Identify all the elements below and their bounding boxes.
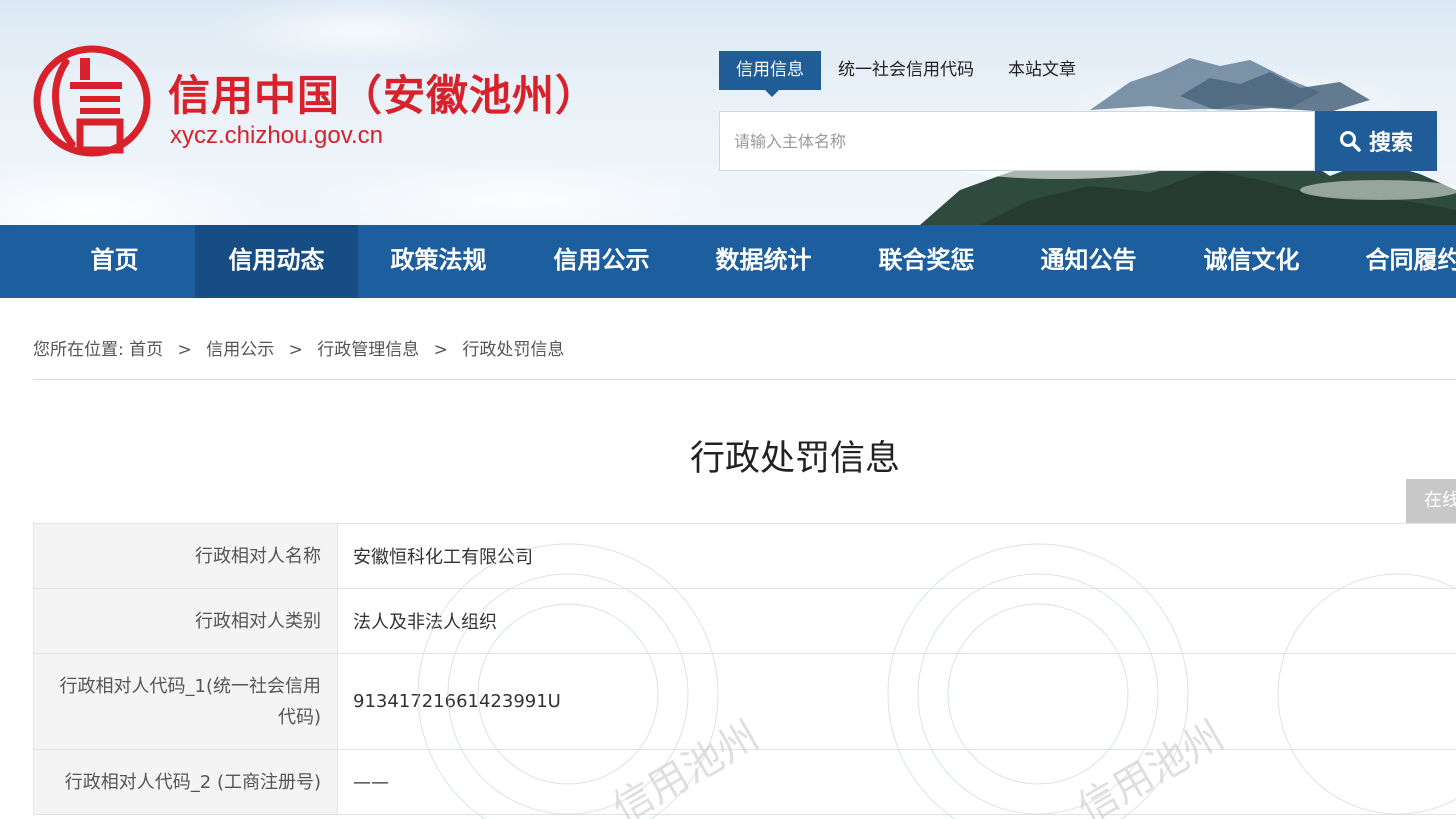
nav-item-joint-rewards[interactable]: 联合奖惩 [845,225,1008,298]
search-input[interactable] [719,111,1315,171]
breadcrumb-credit-publicity[interactable]: 信用公示 [206,340,274,360]
row-value: 法人及非法人组织 [337,588,1456,654]
breadcrumb-separator: > [433,340,448,360]
nav-item-statistics[interactable]: 数据统计 [682,225,845,298]
row-label: 行政相对人名称 [33,523,338,589]
credit-logo-seal-icon [33,45,151,157]
nav-item-contract[interactable]: 合同履约 [1332,225,1456,298]
row-label: 行政相对人类别 [33,588,338,654]
site-title[interactable]: 信用中国（安徽池州） [168,62,598,123]
nav-item-integrity-culture[interactable]: 诚信文化 [1170,225,1333,298]
search-button-label: 搜索 [1368,131,1413,156]
breadcrumb-separator: > [288,340,303,360]
breadcrumb-admin-info[interactable]: 行政管理信息 [317,340,419,360]
page-title: 行政处罚信息 [689,439,900,479]
breadcrumb-prefix: 您所在位置: [33,340,124,360]
breadcrumb-penalty-info[interactable]: 行政处罚信息 [462,340,564,360]
row-value: 91341721661423991U [337,653,1456,750]
row-label: 行政相对人代码_1(统一社会信用代码) [33,653,338,750]
online-service-button[interactable]: 在线 [1406,479,1456,523]
breadcrumb-divider [33,379,1456,380]
nav-item-notices[interactable]: 通知公告 [1007,225,1170,298]
search-tab-credit-code[interactable]: 统一社会信用代码 [821,51,991,90]
table-row: 行政相对人名称 安徽恒科化工有限公司 [33,523,1456,589]
breadcrumb-separator: > [177,340,192,360]
nav-item-credit-news[interactable]: 信用动态 [195,225,358,298]
table-row: 行政相对人类别 法人及非法人组织 [33,588,1456,654]
penalty-detail-table: 行政相对人名称 安徽恒科化工有限公司 行政相对人类别 法人及非法人组织 行政相对… [33,523,1456,815]
site-header: 信用中国（安徽池州） xycz.chizhou.gov.cn 信用信息 统一社会… [0,0,1456,225]
search-tabs: 信用信息 统一社会信用代码 本站文章 [719,51,1093,97]
search-tab-site-articles[interactable]: 本站文章 [991,51,1093,90]
table-row: 行政相对人代码_2 (工商注册号) —— [33,749,1456,815]
search-button[interactable]: 搜索 [1315,111,1437,171]
nav-item-policies[interactable]: 政策法规 [357,225,520,298]
row-value: —— [337,749,1456,815]
row-label: 行政相对人代码_2 (工商注册号) [33,749,338,815]
table-row: 行政相对人代码_1(统一社会信用代码) 91341721661423991U [33,653,1456,750]
main-nav: 首页 信用动态 政策法规 信用公示 数据统计 联合奖惩 通知公告 诚信文化 合同… [0,225,1456,298]
nav-item-home[interactable]: 首页 [33,225,196,298]
site-domain[interactable]: xycz.chizhou.gov.cn [170,122,383,150]
breadcrumb: 您所在位置: 首页 > 信用公示 > 行政管理信息 > 行政处罚信息 [33,335,564,360]
nav-item-credit-publicity[interactable]: 信用公示 [520,225,683,298]
breadcrumb-home[interactable]: 首页 [129,340,163,360]
search-icon [1339,131,1361,152]
row-value: 安徽恒科化工有限公司 [337,523,1456,589]
search-tab-credit-info[interactable]: 信用信息 [719,51,821,97]
